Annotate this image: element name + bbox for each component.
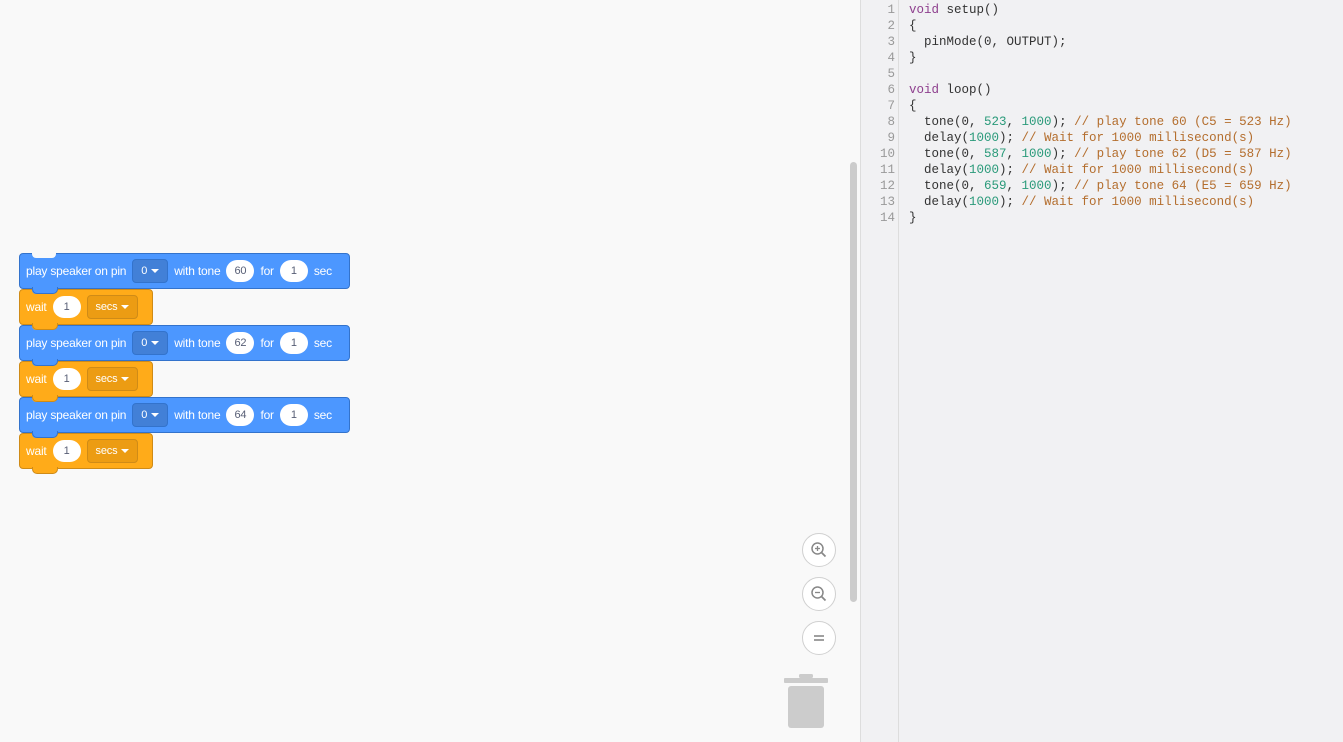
zoom-in-button[interactable]: [802, 533, 836, 567]
play-speaker-block[interactable]: play speaker on pin 0 with tone 64 for 1…: [19, 397, 350, 438]
block-label: wait: [26, 372, 47, 386]
pin-dropdown[interactable]: 0: [132, 331, 169, 355]
wait-input[interactable]: 1: [52, 440, 81, 462]
play-speaker-block[interactable]: play speaker on pin 0 with tone 60 for 1…: [19, 253, 350, 294]
code-text: }: [909, 51, 917, 65]
code-text: {: [909, 19, 917, 33]
chevron-down-icon: [121, 377, 130, 381]
line-number: 7: [887, 99, 895, 113]
trash-icon[interactable]: [784, 674, 828, 730]
duration-input[interactable]: 1: [279, 260, 308, 282]
line-number: 1: [887, 3, 895, 17]
unit-label: sec: [313, 408, 332, 422]
tone-label: with tone: [174, 336, 221, 350]
pin-dropdown[interactable]: 0: [132, 403, 169, 427]
unit-dropdown[interactable]: secs: [86, 367, 139, 391]
line-number: 11: [879, 163, 895, 177]
zoom-out-icon: [811, 586, 827, 602]
unit-label: sec: [313, 336, 332, 350]
wait-input[interactable]: 1: [52, 368, 81, 390]
workspace-scrollbar[interactable]: [850, 162, 857, 602]
duration-input[interactable]: 1: [279, 332, 308, 354]
chevron-down-icon: [121, 305, 130, 309]
play-speaker-block[interactable]: play speaker on pin 0 with tone 62 for 1…: [19, 325, 350, 366]
for-label: for: [260, 408, 274, 422]
zoom-reset-icon: [814, 635, 824, 641]
zoom-out-button[interactable]: [802, 577, 836, 611]
code-text: delay(1000); // Wait for 1000 millisecon…: [909, 195, 1255, 209]
unit-dropdown[interactable]: secs: [86, 439, 139, 463]
tone-input[interactable]: 62: [226, 332, 255, 354]
code-text: void loop(): [909, 83, 992, 97]
unit-label: sec: [313, 264, 332, 278]
tone-input[interactable]: 64: [226, 404, 255, 426]
line-number: 5: [887, 67, 895, 81]
block-label: play speaker on pin: [26, 408, 127, 422]
line-number: 2: [887, 19, 895, 33]
chevron-down-icon: [151, 413, 160, 417]
code-text: {: [909, 99, 917, 113]
chevron-down-icon: [151, 269, 160, 273]
tone-label: with tone: [174, 408, 221, 422]
block-label: play speaker on pin: [26, 336, 127, 350]
pin-dropdown[interactable]: 0: [132, 259, 169, 283]
line-number: 3: [887, 35, 895, 49]
line-number: 8: [887, 115, 895, 129]
tone-label: with tone: [174, 264, 221, 278]
code-panel: 1 void setup() 2 {3 pinMode(0, OUTPUT); 4} 5 6…: [860, 0, 1343, 742]
unit-dropdown[interactable]: secs: [86, 295, 139, 319]
zoom-reset-button[interactable]: [802, 621, 836, 655]
line-number: 12: [879, 179, 895, 193]
line-number: 9: [887, 131, 895, 145]
line-number: 13: [879, 195, 895, 209]
duration-input[interactable]: 1: [279, 404, 308, 426]
wait-input[interactable]: 1: [52, 296, 81, 318]
code-text: delay(1000); // Wait for 1000 millisecon…: [909, 163, 1255, 177]
code-text: void setup(): [909, 3, 1000, 17]
line-number: 4: [887, 51, 895, 65]
zoom-in-icon: [811, 542, 827, 558]
for-label: for: [260, 264, 274, 278]
tone-input[interactable]: 60: [226, 260, 255, 282]
code-text: tone(0, 659, 1000); // play tone 64 (E5 …: [909, 179, 1292, 193]
block-label: wait: [26, 300, 47, 314]
chevron-down-icon: [151, 341, 160, 345]
code-text: }: [909, 211, 917, 225]
block-label: wait: [26, 444, 47, 458]
code-text: pinMode(0, OUTPUT);: [909, 35, 1067, 49]
chevron-down-icon: [121, 449, 130, 453]
wait-block[interactable]: wait 1 secs: [19, 361, 153, 402]
code-text: tone(0, 587, 1000); // play tone 62 (D5 …: [909, 147, 1292, 161]
for-label: for: [260, 336, 274, 350]
line-number: 10: [879, 147, 895, 161]
code-text: tone(0, 523, 1000); // play tone 60 (C5 …: [909, 115, 1292, 129]
wait-block[interactable]: wait 1 secs: [19, 433, 153, 474]
blocks-workspace[interactable]: play speaker on pin 0 with tone 60 for 1…: [0, 0, 860, 742]
line-number: 6: [887, 83, 895, 97]
block-label: play speaker on pin: [26, 264, 127, 278]
wait-block[interactable]: wait 1 secs: [19, 289, 153, 330]
line-number: 14: [879, 211, 895, 225]
code-text: delay(1000); // Wait for 1000 millisecon…: [909, 131, 1255, 145]
